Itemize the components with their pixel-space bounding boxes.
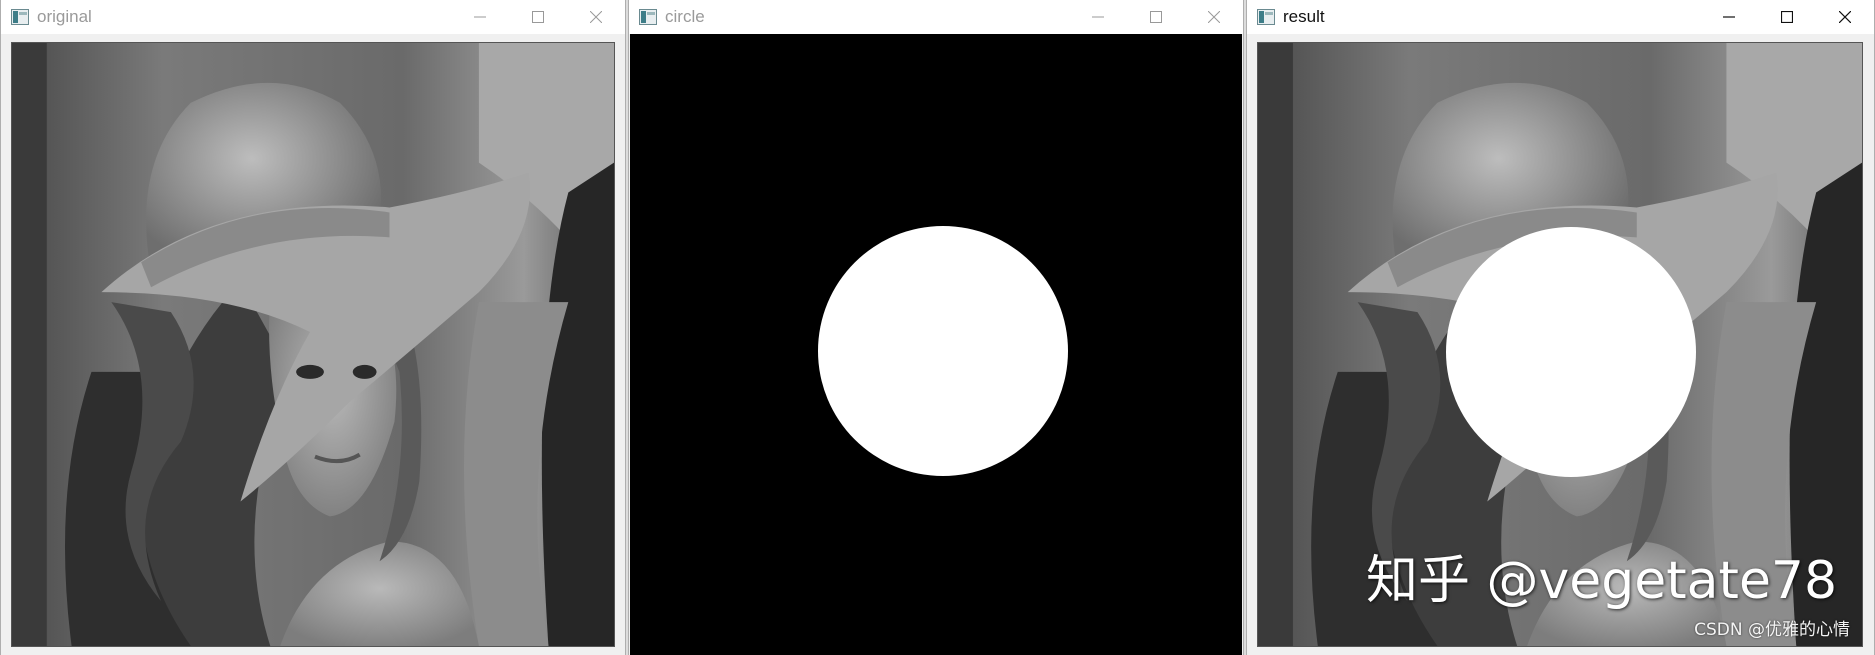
maximize-button[interactable] — [509, 0, 567, 34]
original-photo — [11, 42, 615, 647]
result-photo: 知乎 @vegetate78 CSDN @优雅的心情 — [1257, 42, 1863, 647]
maximize-icon — [532, 11, 544, 23]
window-title: circle — [665, 7, 705, 26]
window-title: original — [37, 7, 92, 26]
close-icon — [590, 11, 602, 23]
maximize-icon — [1150, 11, 1162, 23]
image-canvas[interactable] — [630, 34, 1242, 655]
close-icon — [1839, 11, 1851, 23]
opencv-window-icon — [1257, 9, 1275, 25]
white-circle-overlay — [1446, 227, 1696, 477]
titlebar[interactable]: circle — [629, 0, 1243, 34]
close-button[interactable] — [1816, 0, 1874, 34]
window-result: result 知乎 @vegetate78 CSDN @优雅的心情 — [1246, 0, 1875, 655]
close-icon — [1208, 11, 1220, 23]
minimize-button[interactable] — [451, 0, 509, 34]
minimize-button[interactable] — [1069, 0, 1127, 34]
white-circle-mask — [818, 226, 1068, 476]
zhihu-watermark: 知乎 @vegetate78 — [1366, 551, 1838, 611]
minimize-button[interactable] — [1700, 0, 1758, 34]
window-circle: circle — [628, 0, 1244, 655]
maximize-button[interactable] — [1127, 0, 1185, 34]
minimize-icon — [1723, 16, 1735, 18]
minimize-icon — [1092, 16, 1104, 18]
image-canvas[interactable] — [1, 34, 625, 655]
window-original: original — [0, 0, 626, 655]
titlebar[interactable]: result — [1247, 0, 1874, 34]
window-title: result — [1283, 7, 1325, 26]
titlebar[interactable]: original — [1, 0, 625, 34]
image-canvas[interactable]: 知乎 @vegetate78 CSDN @优雅的心情 — [1247, 34, 1874, 655]
opencv-window-icon — [11, 9, 29, 25]
maximize-button[interactable] — [1758, 0, 1816, 34]
csdn-watermark: CSDN @优雅的心情 — [1694, 620, 1850, 640]
close-button[interactable] — [567, 0, 625, 34]
close-button[interactable] — [1185, 0, 1243, 34]
minimize-icon — [474, 16, 486, 18]
maximize-icon — [1781, 11, 1793, 23]
opencv-window-icon — [639, 9, 657, 25]
